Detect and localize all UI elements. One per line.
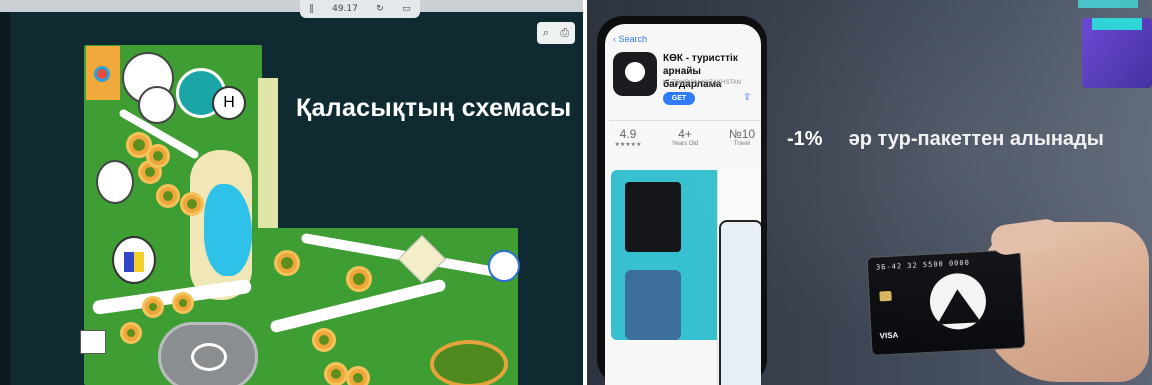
stat-rating: 4.9 ★★★★★ <box>609 127 647 148</box>
orange-attraction-tile <box>86 46 120 100</box>
app-stats: 4.9 ★★★★★ 4+ Years Old №10 Travel <box>609 120 761 148</box>
presentation-toolbar: ‖ 49.17 ↻ ▭ <box>300 0 420 18</box>
colorful-pavilion <box>112 236 156 284</box>
photo-park-map: ‖ 49.17 ↻ ▭ ⌕ ⎙ H Қаласықтың схемасы <box>0 0 583 385</box>
back-search-link: ‹ Search <box>613 34 648 44</box>
promo-caption: әр тур-пакеттен алынады <box>848 128 1104 150</box>
tree-ring <box>142 296 164 318</box>
developer-name: KT TOURISM KAZAKHSTAN <box>663 80 741 86</box>
photo-app-and-card: ‹ Search КӨК - туристтік арнайы бағдарла… <box>587 0 1152 385</box>
h-bubble: H <box>212 86 246 120</box>
stat-value: 4+ <box>678 127 692 141</box>
stat-age: 4+ Years Old <box>666 127 704 148</box>
tree-ring <box>180 192 204 216</box>
back-link-label: Search <box>618 34 648 44</box>
layout-icon: ▭ <box>402 4 411 14</box>
dots-bubble <box>138 86 176 124</box>
building-block <box>80 330 106 354</box>
stat-value: №10 <box>728 127 756 141</box>
teal-shape <box>1078 0 1138 8</box>
app-screenshot-2-phone <box>719 220 761 385</box>
print-icon: ⎙ <box>560 26 570 39</box>
stat-sub: Travel <box>733 141 751 147</box>
stat-sub: Years Old <box>671 141 699 147</box>
mountain-logo-icon <box>928 271 988 331</box>
screen-top-bar <box>0 0 583 12</box>
app-icon <box>613 52 657 96</box>
park-path-strip <box>258 78 278 228</box>
tree-ring <box>274 250 300 276</box>
screen-bezel <box>0 12 10 385</box>
purple-block <box>1082 18 1152 88</box>
blue-pavilion <box>488 250 520 282</box>
tree-ring <box>172 292 194 314</box>
tree-ring <box>312 328 336 352</box>
app-store-screen: ‹ Search КӨК - туристтік арнайы бағдарла… <box>605 24 761 385</box>
app-screenshot-1 <box>611 170 721 340</box>
promo-text: -1% әр тур-пакеттен алынады <box>787 128 1104 151</box>
card-number: ЗБ-42 32 5500 0000 <box>875 258 971 272</box>
bank-card: ЗБ-42 32 5500 0000 VISA <box>866 249 1026 356</box>
search-icon: ⌕ <box>542 26 549 39</box>
tree-ring <box>146 144 170 168</box>
slide-title: Қаласықтың схемасы <box>296 94 572 122</box>
pause-icon: ‖ <box>309 4 314 14</box>
tree-ring <box>156 184 180 208</box>
tree-ring <box>324 362 348 385</box>
tree-ring <box>120 322 142 344</box>
card-chip <box>879 290 892 302</box>
stat-sub: ★★★★★ <box>614 142 642 148</box>
white-dome <box>96 160 134 204</box>
share-icon: ⇪ <box>743 92 752 103</box>
oval-field <box>430 340 508 385</box>
tree-ring <box>346 266 372 292</box>
zoom-readout: 49.17 <box>332 4 358 14</box>
screen-controls: ⌕ ⎙ <box>537 22 575 44</box>
get-button: GET <box>663 92 695 105</box>
card-brand: VISA <box>879 330 899 341</box>
race-track <box>158 322 258 385</box>
promo-percent: -1% <box>787 128 823 150</box>
stat-value: 4.9 <box>619 127 637 141</box>
refresh-icon: ↻ <box>376 4 384 14</box>
stat-chart: №10 Travel <box>723 127 761 148</box>
tree-ring <box>346 366 370 385</box>
